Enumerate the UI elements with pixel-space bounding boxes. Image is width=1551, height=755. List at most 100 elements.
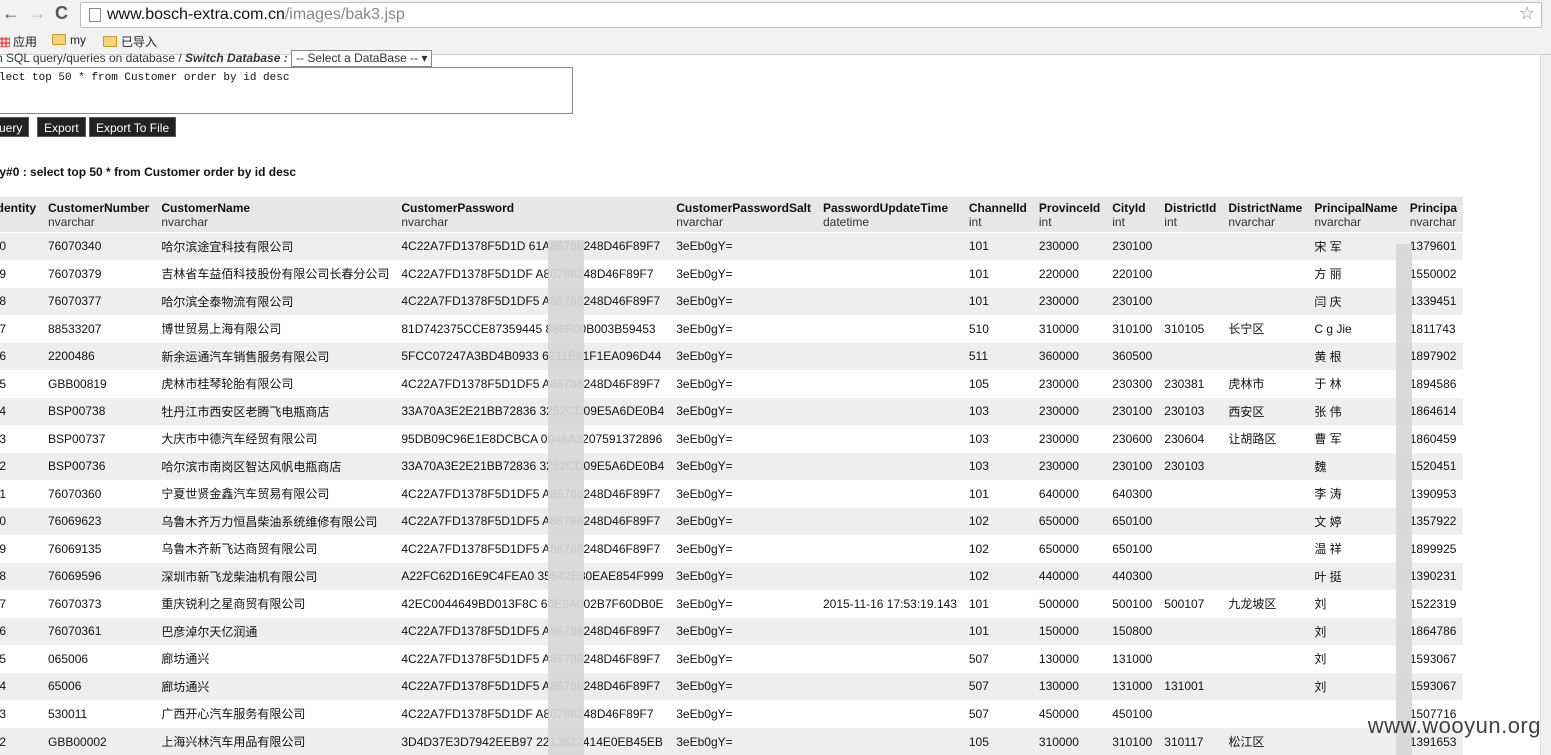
column-type: nvarchar	[401, 215, 449, 229]
back-icon[interactable]: ←	[2, 3, 20, 24]
table-cell	[1222, 644, 1309, 673]
table-cell: 76070377	[42, 287, 156, 315]
table-cell: 310100	[1106, 314, 1159, 343]
table-cell: 吉林省车益佰科技股份有限公司长春分公司	[155, 259, 396, 288]
table-cell: 3eEb0gY=	[670, 452, 817, 480]
table-cell: 3eEb0gY=	[670, 479, 817, 508]
bookmark-imported[interactable]: 已导入	[103, 33, 157, 50]
bookmark-star-icon[interactable]: ☆	[1519, 3, 1535, 24]
results-table: t identityCustomerNumbernvarcharCustomer…	[0, 197, 1464, 755]
table-cell	[816, 287, 963, 315]
apps-icon	[0, 37, 10, 47]
table-cell: 1860459	[1403, 424, 1464, 453]
table-cell: 511	[962, 342, 1033, 370]
table-cell: 76070360	[42, 479, 156, 508]
table-cell	[816, 452, 963, 480]
table-cell: 廊坊通兴	[155, 644, 396, 673]
export-to-file-button[interactable]: Export To File	[89, 117, 177, 137]
table-cell: 650000	[1032, 507, 1107, 535]
table-cell: 065006	[42, 644, 156, 673]
table-cell: 3eEb0gY=	[670, 314, 817, 343]
url-host: www.bosch-extra.com.cn	[107, 6, 285, 23]
table-cell: GBB00002	[42, 727, 156, 755]
table-cell	[1222, 259, 1309, 288]
bookmark-label: 应用	[13, 35, 38, 49]
table-cell: 4C22A7FD1378F5D1D 61A86786248D46F89F7	[395, 232, 671, 260]
table-cell: 101	[962, 232, 1033, 260]
database-select[interactable]: -- Select a DataBase -- ▾	[291, 50, 433, 67]
sql-query-textarea[interactable]: lect top 50 * from Customer order by id …	[0, 67, 573, 114]
table-cell	[816, 479, 963, 508]
column-name: PrincipalName	[1314, 201, 1398, 215]
column-header: t identity	[0, 197, 42, 233]
table-row: 962GBB00002上海兴林汽车用品有限公司3D4D37E3D7942EEB9…	[0, 727, 1464, 755]
table-cell: 962	[0, 727, 42, 755]
table-cell	[1158, 507, 1223, 535]
table-cell: 1339451	[1403, 287, 1464, 315]
column-type: nvarchar	[1409, 215, 1457, 229]
table-cell	[816, 342, 963, 370]
column-header: PrincipalName nvarchar	[1308, 197, 1404, 233]
reload-icon[interactable]: C	[55, 3, 68, 24]
table-cell: 1357922	[1403, 507, 1464, 535]
table-cell: 230103	[1158, 397, 1223, 425]
table-cell: 76069623	[42, 507, 156, 535]
table-cell: 230100	[1106, 397, 1159, 425]
table-cell: 宋 军	[1308, 232, 1404, 260]
table-cell: 76069596	[42, 562, 156, 590]
table-cell: A22FC62D16E9C4FEA0 35542E80EAE854F999	[395, 562, 671, 590]
table-cell	[816, 672, 963, 700]
table-cell: 4C22A7FD1378F5D1DF5 A86786248D46F89F7	[395, 617, 671, 645]
table-cell: 虎林市	[1222, 369, 1309, 398]
table-cell	[816, 644, 963, 673]
table-cell: 1899925	[1403, 534, 1464, 563]
table-cell	[1158, 259, 1223, 288]
table-cell: 曹 军	[1308, 424, 1404, 453]
table-cell: 3eEb0gY=	[670, 507, 817, 535]
table-cell: 新余运通汽车销售服务有限公司	[155, 342, 396, 370]
table-cell: 980	[0, 232, 42, 260]
table-cell: 让胡路区	[1222, 424, 1309, 453]
query-result-title: ery#0 : select top 50 * from Customer or…	[0, 165, 297, 179]
table-cell: 230000	[1032, 369, 1107, 398]
table-cell: 310105	[1158, 314, 1223, 343]
table-cell: 81D742375CCE87359445 888F00B003B59453	[395, 314, 671, 343]
column-name: DistrictId	[1164, 201, 1217, 215]
table-cell	[1222, 479, 1309, 508]
table-cell	[1222, 232, 1309, 260]
table-cell: 966	[0, 617, 42, 645]
table-cell: 978	[0, 287, 42, 315]
bookmark-apps[interactable]: 应用	[0, 33, 37, 50]
vertical-scrollbar[interactable]	[1540, 55, 1551, 755]
table-cell: 九龙坡区	[1222, 589, 1309, 618]
table-cell	[1222, 287, 1309, 315]
export-button[interactable]: Export	[37, 117, 86, 137]
table-row: 965065006廊坊通兴4C22A7FD1378F5D1DF5 A867862…	[0, 644, 1464, 673]
run-query-button[interactable]: uery	[0, 117, 30, 137]
table-cell: 方 丽	[1308, 259, 1404, 288]
forward-icon[interactable]: →	[28, 3, 46, 24]
table-cell	[1158, 562, 1223, 590]
table-cell: 文 婷	[1308, 507, 1404, 535]
address-bar[interactable]: www.bosch-extra.com.cn/images/bak3.jsp ☆	[80, 2, 1542, 28]
table-cell	[816, 507, 963, 535]
column-type: nvarchar	[1228, 215, 1275, 229]
folder-icon	[52, 34, 66, 45]
table-row: 973BSP00737大庆市中德汽车经贸有限公司95DB09C96E1E8DCB…	[0, 424, 1464, 453]
table-cell: 5FCC07247A3BD4B0933 6611E61F1EA096D44	[395, 342, 671, 370]
table-cell: 310100	[1106, 727, 1159, 755]
table-cell: 3eEb0gY=	[670, 589, 817, 618]
column-name: t identity	[0, 201, 36, 215]
table-cell: 150800	[1106, 617, 1159, 645]
table-row: 975GBB00819虎林市桂琴轮胎有限公司4C22A7FD1378F5D1DF…	[0, 369, 1464, 398]
bookmark-my[interactable]: my	[52, 33, 86, 47]
table-cell: 深圳市新飞龙柴油机有限公司	[155, 562, 396, 590]
bookmark-label: 已导入	[121, 35, 158, 49]
table-cell	[816, 727, 963, 755]
table-cell: 230000	[1032, 397, 1107, 425]
table-cell: 507	[962, 644, 1033, 673]
table-cell: 张 伟	[1308, 397, 1404, 425]
table-cell: 3eEb0gY=	[670, 424, 817, 453]
table-cell: 长宁区	[1222, 314, 1309, 343]
column-header: ChannelId int	[962, 197, 1033, 233]
